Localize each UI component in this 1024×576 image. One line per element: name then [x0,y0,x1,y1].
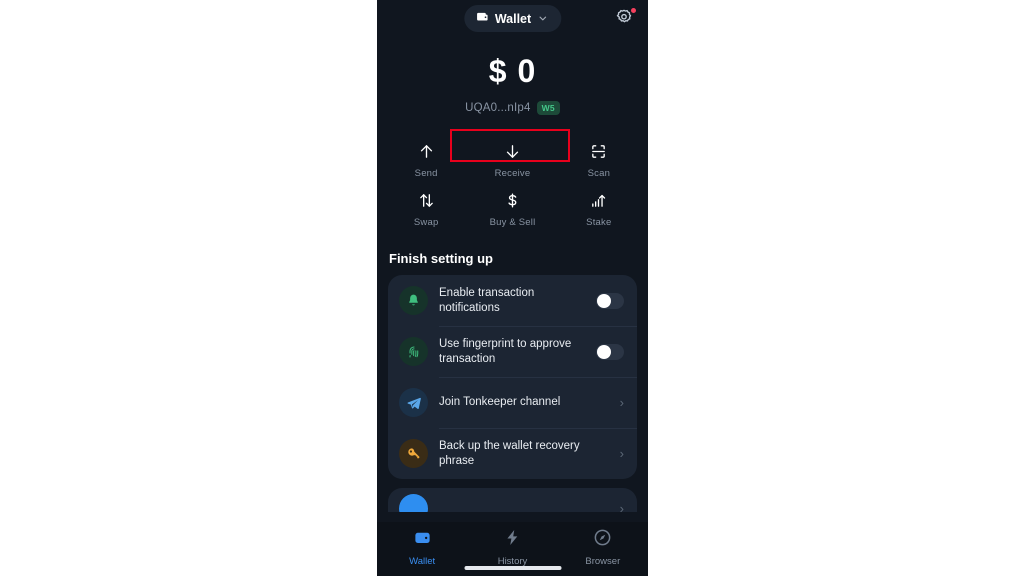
action-receive[interactable]: Receive [469,136,555,185]
action-send-label: Send [414,167,438,179]
bottom-navigation-bar: Wallet History Browser [377,522,648,576]
setup-row-backup[interactable]: Back up the wallet recovery phrase › [388,428,637,479]
wallet-version-badge: W5 [536,101,560,115]
settings-button[interactable] [614,8,636,29]
chevron-right-icon: › [619,446,624,461]
arrow-down-icon [504,143,521,161]
fingerprint-icon [399,337,428,366]
setup-row-fingerprint[interactable]: Use fingerprint to approve transaction [388,326,637,377]
balance-amount: $ 0 [488,53,537,89]
action-receive-label: Receive [494,167,531,179]
compass-icon [593,528,612,552]
fingerprint-toggle[interactable] [596,343,624,360]
setup-row-backup-label: Back up the wallet recovery phrase [439,440,580,467]
nav-item-wallet[interactable]: Wallet [389,528,455,567]
setup-row-fingerprint-label: Use fingerprint to approve transaction [439,338,572,365]
nav-item-wallet-label: Wallet [409,556,436,567]
setup-row-notifications-label: Enable transaction notifications [439,287,535,314]
stake-chart-arrow-icon [590,192,607,210]
setup-card-partial[interactable]: › [388,488,637,512]
card-spacer [377,479,648,488]
action-buy-sell[interactable]: Buy & Sell [469,185,555,234]
lightning-icon [503,528,522,552]
blue-circle-icon [399,494,428,512]
wallet-icon [413,528,432,552]
action-scan-label: Scan [587,167,611,179]
notification-dot [631,8,636,13]
setup-row-telegram-label: Join Tonkeeper channel [439,396,561,409]
swap-arrows-icon [418,192,435,210]
chevron-right-icon: › [619,395,624,410]
nav-item-history[interactable]: History [479,528,545,567]
wallet-selector-button[interactable]: Wallet [463,5,562,32]
wallet-icon [475,10,489,27]
bell-icon [399,286,428,315]
nav-item-browser[interactable]: Browser [570,528,636,567]
wallet-selector-label: Wallet [494,11,532,26]
app-header: Wallet [377,0,648,38]
action-send[interactable]: Send [383,136,469,185]
balance-section: $ 0 UQA0...nIp4 W5 [377,38,648,162]
screenshot-canvas: Wallet $ 0 UQA0...nIp4 W5 Send Receive S… [0,0,1024,576]
action-scan[interactable]: Scan [556,136,642,185]
telegram-icon [399,388,428,417]
toggle-knob [597,344,611,359]
wallet-address-text: UQA0...nIp4 [465,102,531,114]
address-chip[interactable]: UQA0...nIp4 W5 [465,101,560,115]
chevron-right-icon: › [619,501,624,512]
setup-row-notifications[interactable]: Enable transaction notifications [388,275,637,326]
home-indicator [464,566,561,570]
action-stake-label: Stake [586,216,612,228]
action-stake[interactable]: Stake [556,185,642,234]
setup-section-title: Finish setting up [389,251,493,266]
toggle-knob [597,293,611,308]
action-buy-sell-label: Buy & Sell [489,216,536,228]
action-swap-label: Swap [413,216,439,228]
nav-item-browser-label: Browser [585,556,621,567]
phone-screen: Wallet $ 0 UQA0...nIp4 W5 Send Receive S… [377,0,648,576]
scan-viewfinder-icon [590,143,607,161]
key-icon [399,439,428,468]
dollar-sign-icon [504,192,521,210]
setup-card: Enable transaction notifications Use fin… [388,275,637,479]
action-swap[interactable]: Swap [383,185,469,234]
arrow-up-icon [418,143,435,161]
chevron-down-icon [537,13,548,24]
notifications-toggle[interactable] [596,292,624,309]
quick-actions-grid: Send Receive Scan Swap Buy & Sell Stake [377,136,648,234]
setup-row-telegram[interactable]: Join Tonkeeper channel › [388,377,637,428]
